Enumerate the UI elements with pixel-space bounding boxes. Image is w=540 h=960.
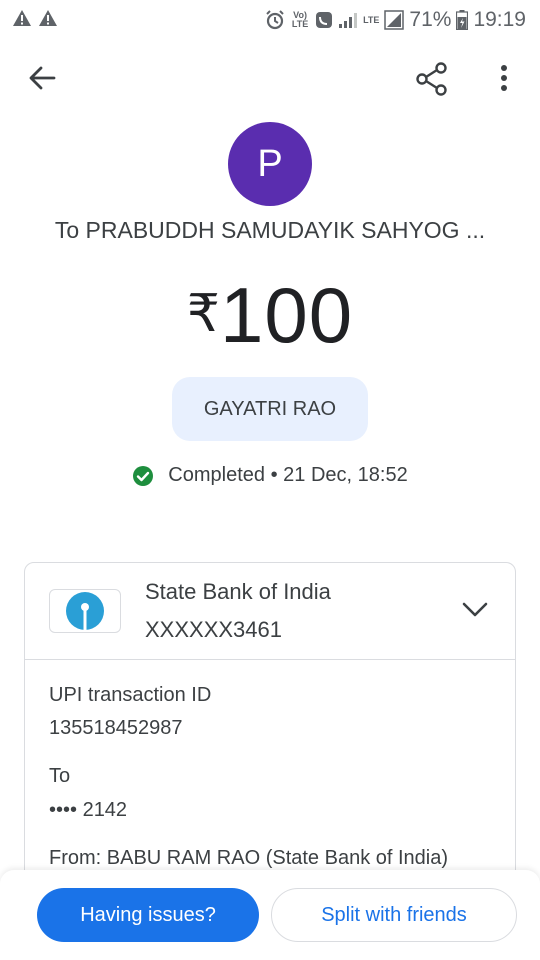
volte-icon: Vo) LTE: [290, 11, 310, 29]
payment-note: GAYATRI RAO: [172, 377, 368, 441]
payee-avatar: P: [228, 122, 312, 206]
status-label: Completed: [168, 464, 266, 486]
payment-status: Completed • 21 Dec, 18:52: [0, 464, 540, 487]
currency-symbol: ₹: [186, 285, 220, 343]
signal-icon: [339, 13, 358, 28]
status-separator: •: [270, 464, 278, 486]
data-saver-icon: [316, 12, 333, 28]
having-issues-button[interactable]: Having issues?: [37, 888, 259, 942]
payment-status-text: Completed • 21 Dec, 18:52: [168, 464, 407, 487]
back-arrow-icon[interactable]: [26, 62, 58, 94]
clock: 19:19: [473, 8, 526, 31]
share-icon[interactable]: [414, 62, 450, 96]
from-line: From: BABU RAM RAO (State Bank of India): [49, 847, 449, 869]
bank-logo: [49, 589, 121, 633]
avatar-letter: P: [257, 142, 283, 185]
to-label: To: [49, 765, 71, 787]
chevron-down-icon[interactable]: [461, 599, 489, 619]
payment-date: 21 Dec, 18:52: [283, 464, 408, 486]
check-circle-icon: [133, 465, 154, 486]
payment-amount: ₹100: [0, 270, 540, 361]
status-notifications: [12, 9, 58, 27]
lte-signal-icon: [384, 10, 405, 30]
battery-percent: 71%: [409, 8, 452, 31]
sbi-logo-icon: [66, 592, 104, 630]
split-with-friends-button[interactable]: Split with friends: [271, 888, 517, 942]
bank-name: State Bank of India: [145, 579, 331, 604]
txn-id-value: 135518452987: [49, 717, 183, 739]
payee-name: To PRABUDDH SAMUDAYIK SAHYOG ...: [54, 217, 486, 243]
alarm-icon: [266, 10, 284, 30]
app-bar: [0, 50, 540, 106]
amount-value: 100: [219, 271, 354, 359]
lte-label: LTE: [363, 15, 380, 25]
volte-bottom-label: LTE: [291, 19, 309, 29]
bank-account-row[interactable]: State Bank of India XXXXXX3461: [25, 563, 515, 660]
txn-id-label: UPI transaction ID: [49, 684, 212, 706]
warning-icon: [13, 10, 31, 26]
to-value: •••• 2142: [49, 799, 128, 821]
bank-account-number: XXXXXX3461: [145, 617, 282, 642]
battery-charging-icon: [456, 10, 469, 30]
warning-icon: [39, 10, 57, 26]
more-vert-icon[interactable]: [490, 62, 518, 94]
status-bar: Vo) LTE LTE 71% 19:19: [0, 0, 540, 38]
status-system: Vo) LTE LTE 71% 19:19: [265, 8, 526, 32]
bottom-action-bar: Having issues? Split with friends: [0, 870, 540, 960]
